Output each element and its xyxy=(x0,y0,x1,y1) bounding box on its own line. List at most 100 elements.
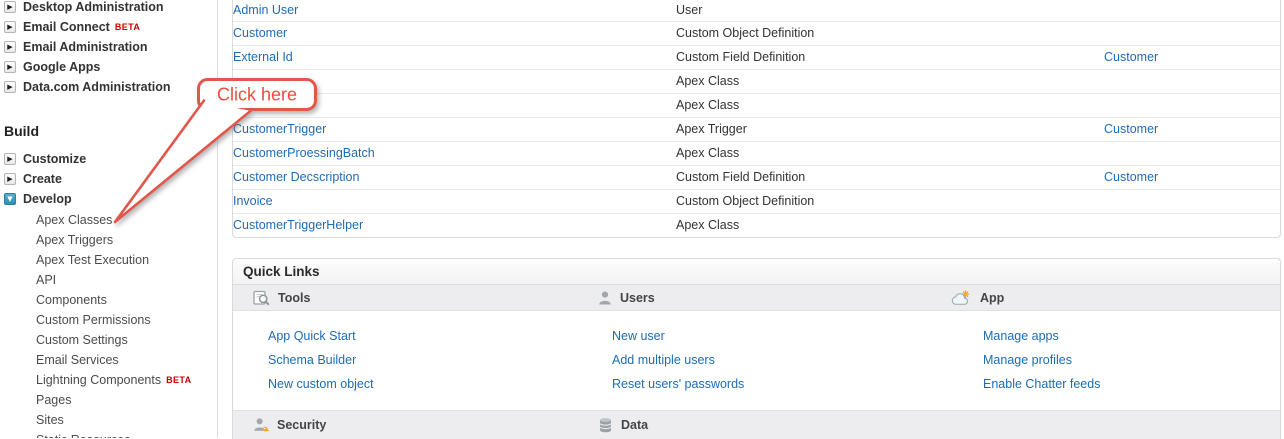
custom-permissions-link[interactable]: Custom Permissions xyxy=(36,313,151,327)
apex-test-execution-link[interactable]: Apex Test Execution xyxy=(36,253,149,267)
recent-items-panel: Admin User User Customer Custom Object D… xyxy=(232,0,1281,238)
enable-chatter-feeds-link[interactable]: Enable Chatter feeds xyxy=(983,372,1280,396)
develop-children-list: Apex Classes Apex Triggers Apex Test Exe… xyxy=(0,210,217,438)
sidebar-item-email-services[interactable]: Email Services xyxy=(36,350,217,370)
data-section-label: Data xyxy=(621,418,648,432)
item-type: Custom Object Definition xyxy=(676,21,1104,45)
document-magnifier-icon xyxy=(253,290,270,306)
person-icon xyxy=(598,290,612,306)
api-link[interactable]: API xyxy=(36,273,56,287)
sidebar-item-email-connect[interactable]: ▶ Email Connect BETA xyxy=(0,17,217,37)
quick-links-panel: Quick Links Tools xyxy=(232,258,1281,439)
expand-caret-icon[interactable]: ▶ xyxy=(4,61,16,73)
table-row: CustomerTriggerHelper Apex Class xyxy=(233,213,1280,237)
lightning-components-link[interactable]: Lightning Components xyxy=(36,373,161,387)
sidebar-item-datacom-administration[interactable]: ▶ Data.com Administration xyxy=(0,77,217,97)
expand-caret-icon[interactable]: ▶ xyxy=(4,81,16,93)
manage-profiles-link[interactable]: Manage profiles xyxy=(983,348,1280,372)
expand-caret-icon[interactable]: ▶ xyxy=(4,173,16,185)
users-section-label: Users xyxy=(620,291,655,305)
static-resources-link[interactable]: Static Resources xyxy=(36,433,130,438)
sidebar-item-lightning-components[interactable]: Lightning Components BETA xyxy=(36,370,217,390)
build-section-list: ▶ Customize ▶ Create ▼ Develop xyxy=(0,149,217,209)
sidebar-item-apex-triggers[interactable]: Apex Triggers xyxy=(36,230,217,250)
security-section-label: Security xyxy=(277,418,326,432)
item-name-link[interactable]: CustomerProessingBatch xyxy=(233,146,375,160)
main-content: Admin User User Customer Custom Object D… xyxy=(232,0,1281,439)
beta-badge: BETA xyxy=(166,375,191,385)
item-name-link[interactable]: CustomerTrigger xyxy=(233,122,326,136)
reset-users-passwords-link[interactable]: Reset users' passwords xyxy=(612,372,931,396)
expand-caret-icon[interactable]: ▶ xyxy=(4,41,16,53)
custom-settings-link[interactable]: Custom Settings xyxy=(36,333,128,347)
new-user-link[interactable]: New user xyxy=(612,324,931,348)
pages-link[interactable]: Pages xyxy=(36,393,71,407)
sidebar-item-google-apps[interactable]: ▶ Google Apps xyxy=(0,57,217,77)
app-links: Manage apps Manage profiles Enable Chatt… xyxy=(931,324,1280,396)
sidebar-item-static-resources[interactable]: Static Resources xyxy=(36,430,217,438)
table-row: CustomerTrigger Apex Trigger Customer xyxy=(233,117,1280,141)
sidebar-item-customize[interactable]: ▶ Customize xyxy=(0,149,217,169)
sites-link[interactable]: Sites xyxy=(36,413,64,427)
item-name-link[interactable]: CustomerTriggerHelper xyxy=(233,218,363,232)
app-section-header: App xyxy=(931,285,1280,310)
administer-section-list: ▶ Desktop Administration ▶ Email Connect… xyxy=(0,0,217,97)
sidebar-item-api[interactable]: API xyxy=(36,270,217,290)
item-name-link[interactable]: Customer Decscription xyxy=(233,170,359,184)
item-object-link[interactable]: Customer xyxy=(1104,170,1158,184)
item-name-link[interactable]: Admin User xyxy=(233,3,298,17)
sidebar-item-label: Google Apps xyxy=(23,60,100,74)
apex-triggers-link[interactable]: Apex Triggers xyxy=(36,233,113,247)
sidebar-item-apex-classes[interactable]: Apex Classes xyxy=(36,210,217,230)
components-link[interactable]: Components xyxy=(36,293,107,307)
item-object-link[interactable]: Customer xyxy=(1104,122,1158,136)
quick-links-links-row: App Quick Start Schema Builder New custo… xyxy=(233,311,1280,410)
apex-classes-link[interactable]: Apex Classes xyxy=(36,213,112,227)
collapse-caret-icon[interactable]: ▼ xyxy=(4,193,16,205)
table-row: External Id Custom Field Definition Cust… xyxy=(233,45,1280,69)
sidebar-item-label: Customize xyxy=(23,152,86,166)
setup-sidebar: ▶ Desktop Administration ▶ Email Connect… xyxy=(0,0,218,438)
table-row: Customer Decscription Custom Field Defin… xyxy=(233,165,1280,189)
sidebar-item-apex-test-execution[interactable]: Apex Test Execution xyxy=(36,250,217,270)
empty-band-cell xyxy=(931,411,1280,439)
sidebar-item-create[interactable]: ▶ Create xyxy=(0,169,217,189)
item-type: Apex Class xyxy=(676,69,1104,93)
item-type: Apex Class xyxy=(676,213,1104,237)
sidebar-item-label: Email Connect xyxy=(23,20,110,34)
security-section-header: Security xyxy=(233,411,578,439)
item-name-link[interactable]: Invoice xyxy=(233,194,273,208)
sidebar-item-sites[interactable]: Sites xyxy=(36,410,217,430)
quick-links-section-header-row: Tools Users xyxy=(233,285,1280,311)
sidebar-item-custom-settings[interactable]: Custom Settings xyxy=(36,330,217,350)
email-services-link[interactable]: Email Services xyxy=(36,353,119,367)
item-name-link[interactable]: Customer xyxy=(233,26,287,40)
tools-links: App Quick Start Schema Builder New custo… xyxy=(233,324,578,396)
expand-caret-icon[interactable]: ▶ xyxy=(4,153,16,165)
app-quick-start-link[interactable]: App Quick Start xyxy=(268,324,578,348)
item-name-link[interactable]: External Id xyxy=(233,50,293,64)
item-object-link[interactable]: Customer xyxy=(1104,50,1158,64)
sidebar-item-label: Email Administration xyxy=(23,40,148,54)
item-type: Apex Class xyxy=(676,93,1104,117)
sidebar-item-email-administration[interactable]: ▶ Email Administration xyxy=(0,37,217,57)
add-multiple-users-link[interactable]: Add multiple users xyxy=(612,348,931,372)
tools-section-label: Tools xyxy=(278,291,310,305)
sidebar-item-components[interactable]: Components xyxy=(36,290,217,310)
beta-badge: BETA xyxy=(115,22,140,32)
manage-apps-link[interactable]: Manage apps xyxy=(983,324,1280,348)
database-icon xyxy=(598,417,613,433)
users-links: New user Add multiple users Reset users'… xyxy=(578,324,931,396)
cloud-sun-icon xyxy=(951,290,972,306)
sidebar-item-desktop-administration[interactable]: ▶ Desktop Administration xyxy=(0,0,217,17)
data-section-header: Data xyxy=(578,411,931,439)
app-section-label: App xyxy=(980,291,1004,305)
schema-builder-link[interactable]: Schema Builder xyxy=(268,348,578,372)
tools-section-header: Tools xyxy=(233,285,578,310)
expand-caret-icon[interactable]: ▶ xyxy=(4,21,16,33)
new-custom-object-link[interactable]: New custom object xyxy=(268,372,578,396)
expand-caret-icon[interactable]: ▶ xyxy=(4,1,16,13)
sidebar-item-custom-permissions[interactable]: Custom Permissions xyxy=(36,310,217,330)
sidebar-item-develop[interactable]: ▼ Develop xyxy=(0,189,217,209)
sidebar-item-pages[interactable]: Pages xyxy=(36,390,217,410)
